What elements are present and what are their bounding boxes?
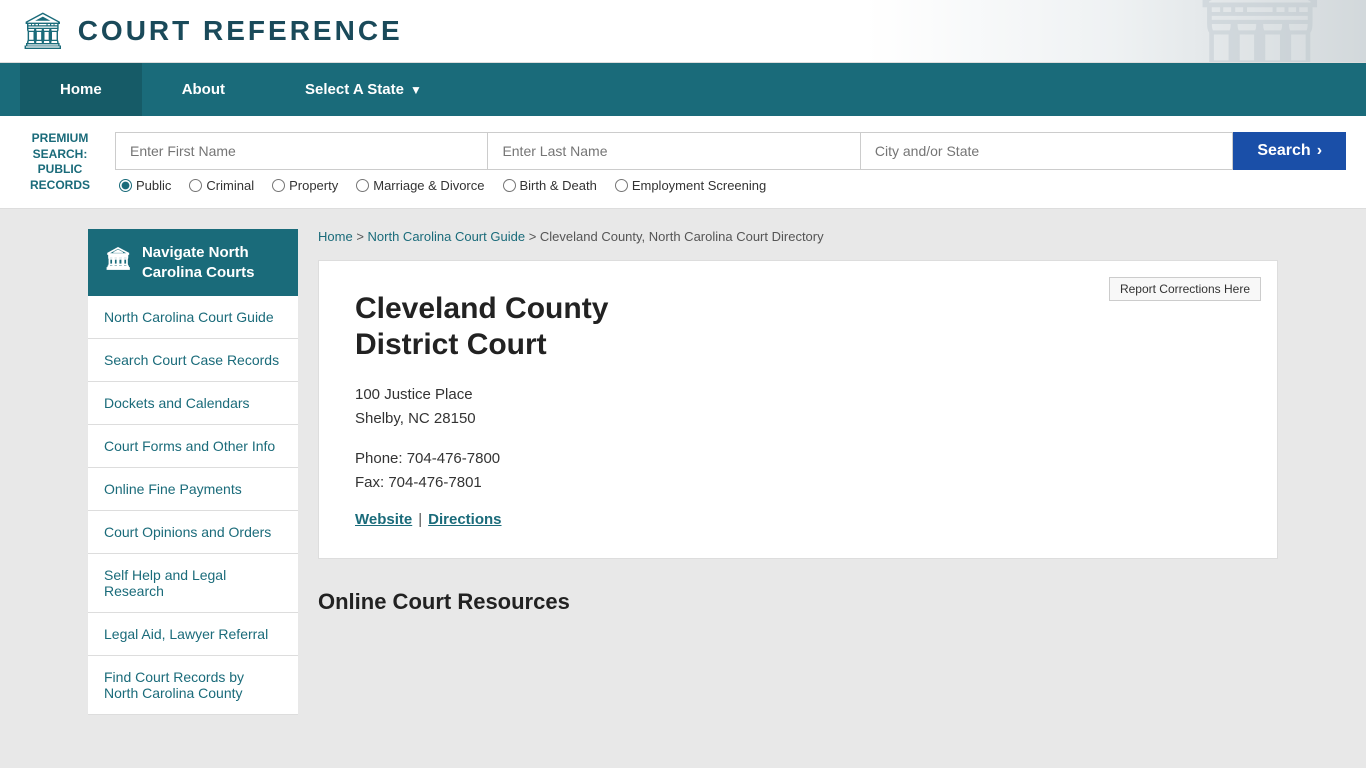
sidebar-item-opinions[interactable]: Court Opinions and Orders [88, 511, 298, 554]
sidebar-header-text: Navigate North Carolina Courts [142, 243, 282, 282]
phone-number: Phone: 704-476-7800 [355, 447, 1241, 471]
court-address: 100 Justice Place Shelby, NC 28150 [355, 383, 1241, 431]
sidebar-item-self-help[interactable]: Self Help and Legal Research [88, 554, 298, 613]
breadcrumb: Home > North Carolina Court Guide > Clev… [318, 229, 1278, 244]
city-state-input[interactable] [861, 132, 1233, 170]
radio-birth-death[interactable]: Birth & Death [503, 178, 597, 193]
search-inputs: Search › [115, 132, 1346, 170]
site-header: 🏛 COURT REFERENCE 🏛 [0, 0, 1366, 63]
first-name-input[interactable] [115, 132, 488, 170]
search-bar: PREMIUM SEARCH: PUBLIC RECORDS Search › … [0, 116, 1366, 209]
radio-criminal[interactable]: Criminal [189, 178, 254, 193]
search-type-radios: Public Criminal Property Marriage & Divo… [119, 178, 1346, 193]
radio-public[interactable]: Public [119, 178, 171, 193]
sidebar-item-legal-aid[interactable]: Legal Aid, Lawyer Referral [88, 613, 298, 656]
court-links: Website | Directions [355, 511, 1241, 528]
search-button[interactable]: Search › [1233, 132, 1346, 170]
courthouse-sidebar-icon: 🏛 [104, 245, 132, 274]
breadcrumb-sep-2: > [529, 229, 540, 244]
sidebar-item-nc-court-guide[interactable]: North Carolina Court Guide [88, 296, 298, 339]
sidebar-item-find-records[interactable]: Find Court Records by North Carolina Cou… [88, 656, 298, 715]
nav-select-state[interactable]: Select A State ▼ [265, 63, 462, 116]
radio-marriage-divorce[interactable]: Marriage & Divorce [356, 178, 484, 193]
header-bg [866, 0, 1366, 62]
sidebar: 🏛 Navigate North Carolina Courts North C… [88, 229, 298, 715]
online-resources-section: Online Court Resources [318, 579, 1278, 625]
radio-property[interactable]: Property [272, 178, 338, 193]
fax-number: Fax: 704-476-7801 [355, 471, 1241, 495]
main-nav: Home About Select A State ▼ [0, 63, 1366, 116]
directions-link[interactable]: Directions [428, 511, 501, 528]
address-line2: Shelby, NC 28150 [355, 407, 1241, 431]
chevron-down-icon: ▼ [410, 83, 422, 97]
search-label: PREMIUM SEARCH: PUBLIC RECORDS [20, 131, 100, 193]
breadcrumb-current: Cleveland County, North Carolina Court D… [540, 229, 824, 244]
breadcrumb-nc-guide[interactable]: North Carolina Court Guide [368, 229, 526, 244]
sidebar-item-forms[interactable]: Court Forms and Other Info [88, 425, 298, 468]
last-name-input[interactable] [488, 132, 860, 170]
nav-home[interactable]: Home [20, 63, 142, 116]
sidebar-item-dockets[interactable]: Dockets and Calendars [88, 382, 298, 425]
court-card: Report Corrections Here Cleveland County… [318, 260, 1278, 559]
court-phone: Phone: 704-476-7800 Fax: 704-476-7801 [355, 447, 1241, 495]
sidebar-header: 🏛 Navigate North Carolina Courts [88, 229, 298, 296]
online-resources-heading: Online Court Resources [318, 589, 1278, 615]
link-separator: | [418, 511, 422, 528]
address-line1: 100 Justice Place [355, 383, 1241, 407]
logo-text: COURT REFERENCE [78, 15, 403, 47]
search-fields: Search › Public Criminal Property Marria… [115, 132, 1346, 193]
main-content: 🏛 Navigate North Carolina Courts North C… [68, 229, 1298, 715]
report-corrections-link[interactable]: Report Corrections Here [1109, 277, 1261, 301]
court-title: Cleveland County District Court [355, 291, 1241, 363]
breadcrumb-home[interactable]: Home [318, 229, 353, 244]
content-area: Home > North Carolina Court Guide > Clev… [318, 229, 1278, 715]
sidebar-item-fine-payments[interactable]: Online Fine Payments [88, 468, 298, 511]
logo[interactable]: 🏛 COURT REFERENCE [20, 10, 403, 52]
website-link[interactable]: Website [355, 511, 412, 528]
sidebar-item-search-records[interactable]: Search Court Case Records [88, 339, 298, 382]
radio-employment[interactable]: Employment Screening [615, 178, 766, 193]
courthouse-icon: 🏛 [20, 10, 66, 52]
nav-about[interactable]: About [142, 63, 265, 116]
breadcrumb-sep-1: > [356, 229, 367, 244]
